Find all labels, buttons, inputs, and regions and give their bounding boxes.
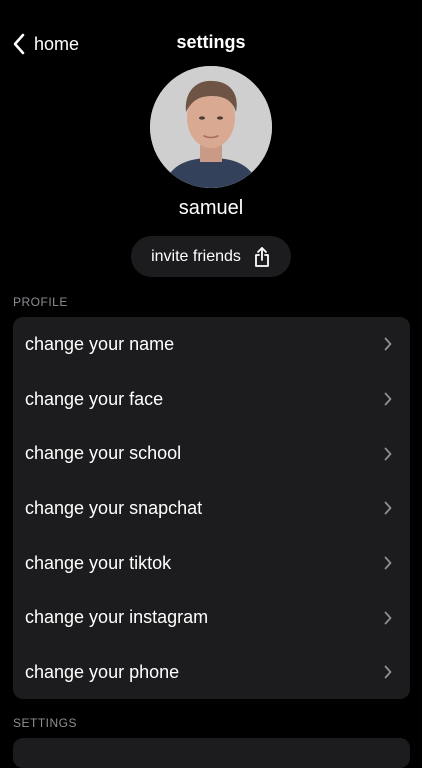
list-item-label: change your phone [25, 661, 180, 682]
list-item-change-phone[interactable]: change your phone [13, 645, 410, 699]
list-item-label: change your face [25, 388, 164, 409]
list-item-change-face[interactable]: change your face [13, 372, 410, 427]
app-settings-list [13, 738, 410, 768]
chevron-right-icon [384, 392, 392, 406]
chevron-right-icon [384, 665, 392, 679]
profile-settings-list: change your name change your face change… [13, 317, 410, 699]
share-icon [253, 246, 271, 268]
list-item-change-snapchat[interactable]: change your snapchat [13, 481, 410, 536]
page-title: settings [176, 32, 246, 52]
invite-friends-label: invite friends [151, 247, 241, 265]
avatar[interactable] [150, 66, 272, 188]
list-item-change-school[interactable]: change your school [13, 426, 410, 481]
username: samuel [178, 197, 244, 219]
chevron-right-icon [384, 501, 392, 515]
chevron-right-icon [384, 611, 392, 625]
list-item-label: change your instagram [25, 607, 209, 628]
chevron-right-icon [384, 337, 392, 351]
list-item-label: change your snapchat [25, 497, 203, 518]
section-header-profile: PROFILE [13, 295, 68, 309]
navigation-bar: home settings [0, 22, 422, 66]
list-item-change-name[interactable]: change your name [13, 317, 410, 372]
invite-friends-button[interactable]: invite friends [131, 236, 291, 277]
list-item-label: change your tiktok [25, 552, 172, 573]
chevron-right-icon [384, 556, 392, 570]
section-header-settings: SETTINGS [13, 716, 78, 730]
list-item-change-tiktok[interactable]: change your tiktok [13, 536, 410, 591]
list-item-change-instagram[interactable]: change your instagram [13, 590, 410, 645]
chevron-right-icon [384, 447, 392, 461]
list-item-label: change your name [25, 333, 175, 354]
list-item-label: change your school [25, 443, 182, 464]
